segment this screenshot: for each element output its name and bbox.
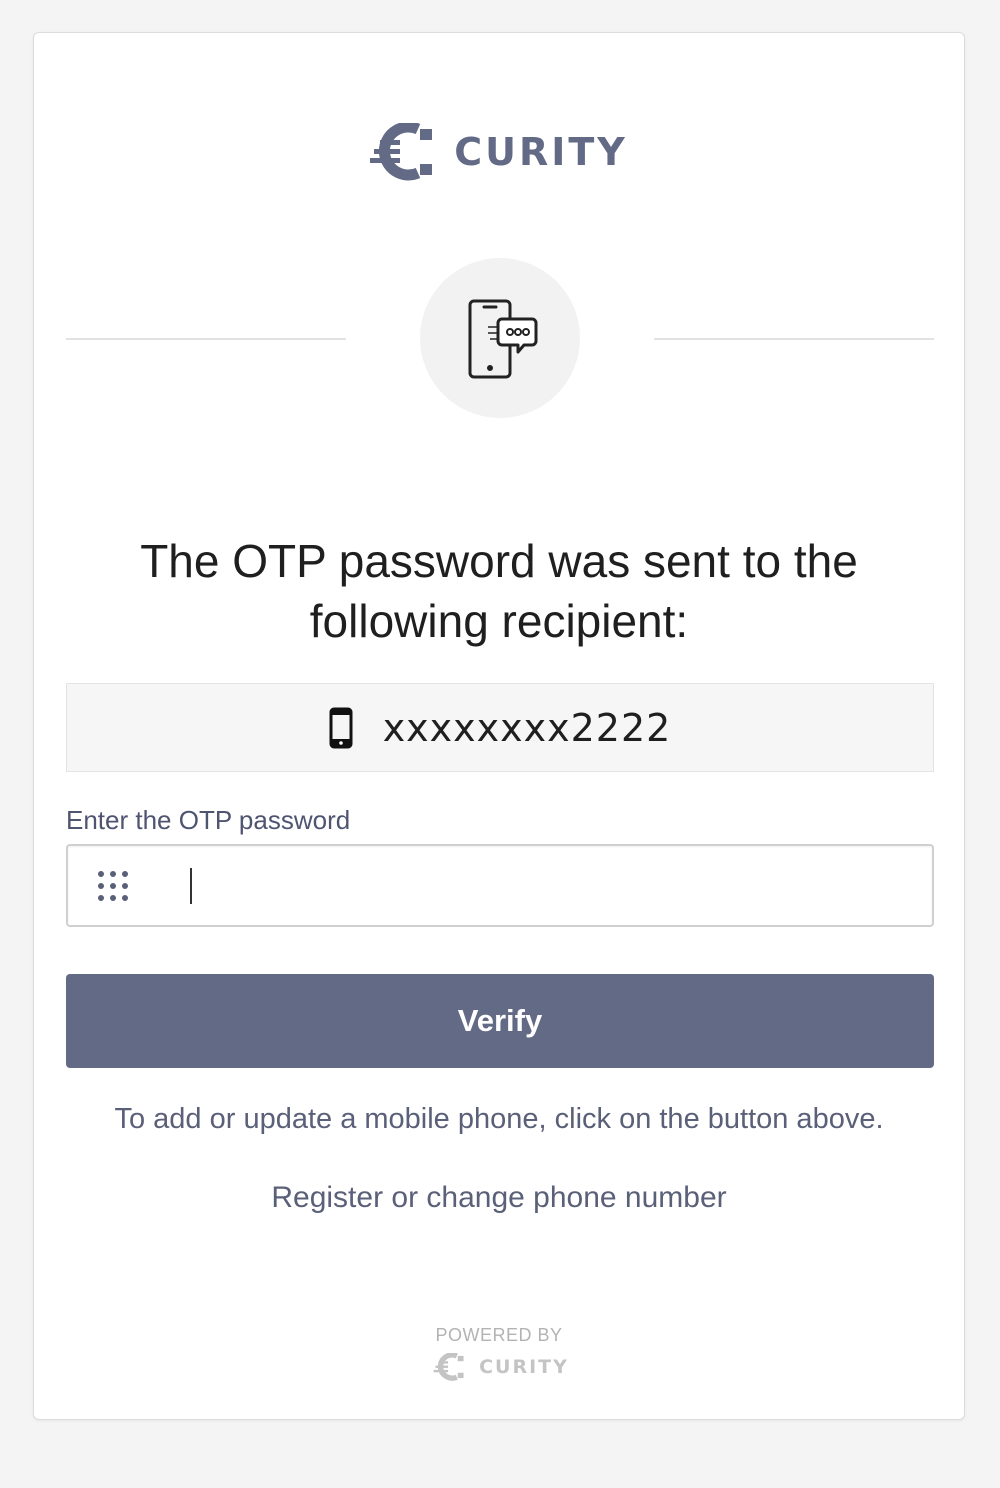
otp-input[interactable] — [150, 854, 932, 917]
recipient-value: xxxxxxxx2222 — [382, 705, 672, 750]
curity-logo-icon — [370, 123, 433, 181]
otp-field-label: Enter the OTP password — [66, 805, 351, 835]
login-card: CURITY The OTP password was sent to the … — [33, 32, 965, 1420]
powered-by-label: POWERED BY — [435, 1325, 563, 1345]
verify-button[interactable]: Verify — [66, 974, 934, 1068]
mobile-phone-icon — [329, 707, 353, 748]
divider-right — [654, 338, 934, 340]
divider-left — [66, 338, 346, 340]
keypad-icon — [96, 869, 130, 903]
phone-message-icon — [468, 299, 538, 379]
footer-logo: CURITY — [34, 1353, 964, 1381]
register-phone-link[interactable]: Register or change phone number — [34, 1181, 964, 1215]
brand-logo: CURITY — [34, 123, 964, 181]
recipient-display: xxxxxxxx2222 — [66, 683, 934, 772]
otp-sms-illustration — [420, 258, 580, 418]
text-cursor — [190, 868, 192, 904]
page-heading: The OTP password was sent to the followi… — [140, 535, 858, 647]
otp-field[interactable] — [66, 844, 934, 927]
help-text: To add or update a mobile phone, click o… — [114, 1103, 884, 1135]
curity-logo-icon — [433, 1353, 464, 1381]
footer-brand-name: CURITY — [479, 1356, 569, 1378]
brand-name: CURITY — [454, 130, 628, 174]
